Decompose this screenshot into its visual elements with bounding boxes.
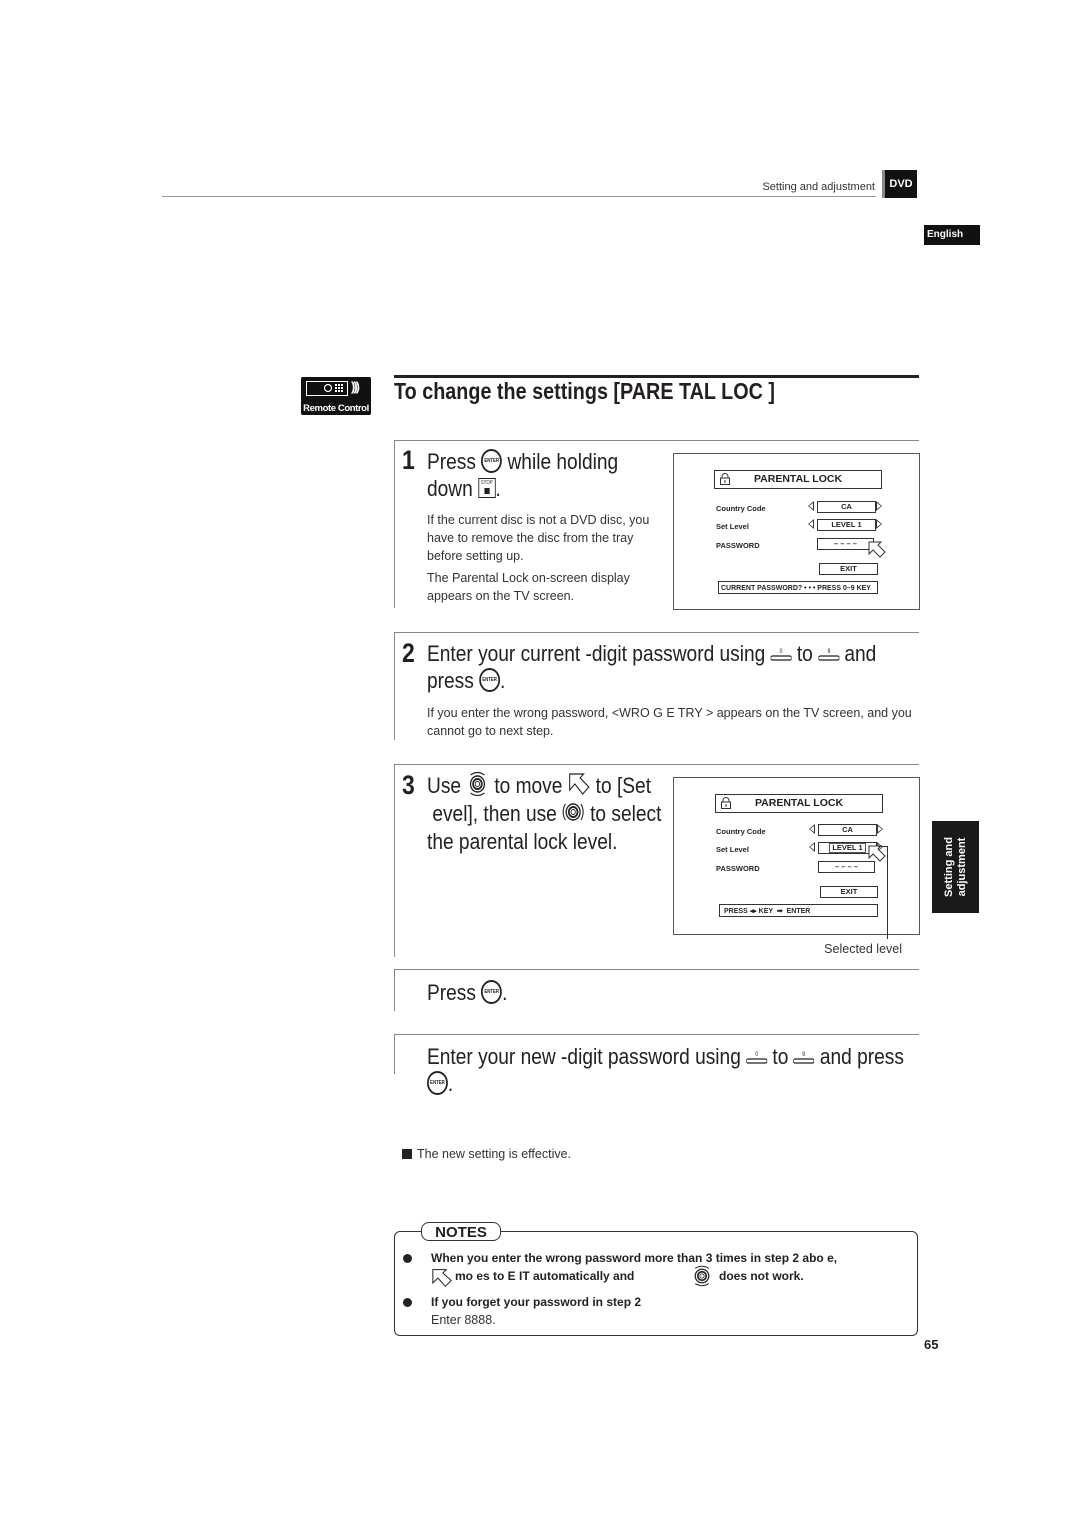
number-0-button-icon: 0 bbox=[746, 1052, 768, 1064]
note-1-line-2b: does not work. bbox=[719, 1269, 804, 1283]
arrow-left-icon bbox=[809, 824, 815, 834]
step-4-rule bbox=[394, 969, 395, 1011]
bullet-icon bbox=[403, 1298, 412, 1307]
set-level-label: Set Level bbox=[716, 522, 749, 531]
signal-waves-icon: ))) bbox=[351, 379, 360, 394]
step-3-number: 3 bbox=[402, 770, 415, 800]
parental-lock-title: PARENTAL LOCK bbox=[714, 470, 882, 489]
enter-button-icon: ENTER bbox=[481, 449, 503, 474]
step-2-note: If you enter the wrong password, <WRO G … bbox=[427, 706, 912, 738]
svg-text:9: 9 bbox=[827, 649, 830, 655]
step-5-rule bbox=[394, 1034, 395, 1074]
note-2-line-2: Enter 8888. bbox=[431, 1313, 496, 1327]
step-3-rule bbox=[394, 764, 395, 957]
language-badge: English bbox=[924, 225, 980, 245]
joystick-up-down-icon bbox=[470, 772, 486, 797]
remote-screen-shape bbox=[306, 381, 348, 396]
note-2-line-1: If you forget your password in step 2 bbox=[431, 1295, 642, 1309]
section-side-tab: Setting and adjustment bbox=[932, 821, 979, 913]
parental-lock-title: PARENTAL LOCK bbox=[715, 794, 883, 813]
cursor-icon bbox=[432, 1269, 452, 1288]
note-1-line-2a: mo es to E IT automatically and bbox=[455, 1269, 635, 1283]
step-1-heading: Press ENTER while holding down STOP. bbox=[427, 449, 619, 502]
arrow-left-icon bbox=[809, 842, 815, 852]
result-text: The new setting is effective. bbox=[417, 1147, 572, 1161]
callout-line-tick bbox=[878, 846, 888, 847]
joystick-left-right-icon bbox=[562, 803, 584, 822]
remote-control-icon: ))) Remote Control bbox=[301, 377, 371, 415]
step-2-divider bbox=[394, 632, 919, 633]
enter-button-icon: ENTER bbox=[481, 980, 503, 1005]
step-3-divider bbox=[394, 764, 919, 765]
enter-button-icon: ENTER bbox=[427, 1071, 448, 1096]
page-title: To change the settings [PARE TAL LOC ] bbox=[394, 378, 775, 404]
set-level-field: LEVEL 1 bbox=[817, 519, 876, 531]
header-rule bbox=[162, 196, 876, 197]
note-1-line-1: When you enter the wrong password more t… bbox=[431, 1251, 838, 1265]
cursor-icon bbox=[568, 773, 590, 796]
arrow-right-icon bbox=[876, 519, 882, 529]
step-2-number: 2 bbox=[402, 638, 415, 668]
dvd-badge: DVD bbox=[882, 170, 917, 198]
remote-control-label: Remote Control bbox=[303, 403, 369, 414]
right-arrow-icon: ➡ bbox=[776, 908, 783, 915]
callout-line bbox=[887, 846, 888, 939]
arrow-right-icon bbox=[876, 501, 882, 511]
lock-icon bbox=[721, 797, 731, 809]
side-tab-label: Setting and adjustment bbox=[942, 837, 968, 897]
step-1-number: 1 bbox=[402, 445, 415, 475]
country-code-label: Country Code bbox=[716, 504, 766, 513]
password-label: PASSWORD bbox=[716, 864, 760, 873]
step-1-divider bbox=[394, 440, 919, 441]
step-4-divider bbox=[394, 969, 919, 970]
status-bar: CURRENT PASSWORD? • • • PRESS 0–9 KEY bbox=[718, 581, 878, 594]
status-bar: PRESS ◂▸ KEY ➡ ENTER bbox=[719, 904, 878, 917]
section-header: Setting and adjustment bbox=[762, 181, 875, 193]
step-1-note-1: If the current disc is not a DVD disc, y… bbox=[427, 513, 650, 563]
country-code-field: CA bbox=[818, 824, 877, 836]
exit-button: EXIT bbox=[820, 886, 878, 898]
country-code-label: Country Code bbox=[716, 827, 766, 836]
number-0-button-icon: 0 bbox=[770, 649, 792, 661]
step-1-rule bbox=[394, 440, 395, 608]
svg-text:9: 9 bbox=[803, 1052, 806, 1058]
svg-text:0: 0 bbox=[755, 1052, 758, 1058]
step-2-rule bbox=[394, 632, 395, 740]
arrow-left-icon bbox=[808, 519, 814, 529]
country-code-field: CA bbox=[817, 501, 876, 513]
bullet-icon bbox=[403, 1254, 412, 1263]
password-field: – – – – bbox=[817, 538, 874, 550]
step-1-note-2: The Parental Lock on-screen display appe… bbox=[427, 571, 630, 603]
selected-level-highlight: LEVEL 1 bbox=[829, 843, 866, 853]
exit-button: EXIT bbox=[819, 563, 878, 575]
cursor-icon bbox=[868, 541, 886, 558]
stop-button-icon: STOP bbox=[478, 478, 496, 499]
step-5-divider bbox=[394, 1034, 919, 1035]
svg-text:0: 0 bbox=[780, 649, 783, 655]
arrow-right-icon bbox=[877, 824, 883, 834]
notes-tag: NOTES bbox=[421, 1222, 501, 1241]
step-5-heading: Enter your new -digit password using 0 t… bbox=[427, 1044, 904, 1096]
joystick-up-down-icon bbox=[694, 1265, 710, 1287]
enter-button-icon: ENTER bbox=[479, 668, 501, 693]
arrow-left-icon bbox=[808, 501, 814, 511]
password-label: PASSWORD bbox=[716, 541, 760, 550]
square-bullet-icon bbox=[402, 1149, 412, 1159]
step-2-heading: Enter your current -digit password using… bbox=[427, 641, 877, 693]
number-9-button-icon: 9 bbox=[793, 1052, 815, 1064]
password-field: – – – – bbox=[818, 861, 875, 873]
left-right-arrows-icon: ◂▸ bbox=[749, 908, 757, 915]
selected-level-callout: Selected level bbox=[824, 942, 902, 956]
page-number: 65 bbox=[924, 1337, 939, 1352]
number-9-button-icon: 9 bbox=[818, 649, 840, 661]
parental-lock-screen-2: PARENTAL LOCK Country Code CA Set Level … bbox=[673, 777, 920, 935]
set-level-label: Set Level bbox=[716, 845, 749, 854]
parental-lock-screen-1: PARENTAL LOCK Country Code CA Set Level … bbox=[673, 453, 920, 610]
lock-icon bbox=[720, 473, 730, 485]
step-4-heading: Press ENTER. bbox=[427, 980, 508, 1005]
step-3-heading: Use to move to [Set evel], then use to s… bbox=[427, 772, 662, 855]
